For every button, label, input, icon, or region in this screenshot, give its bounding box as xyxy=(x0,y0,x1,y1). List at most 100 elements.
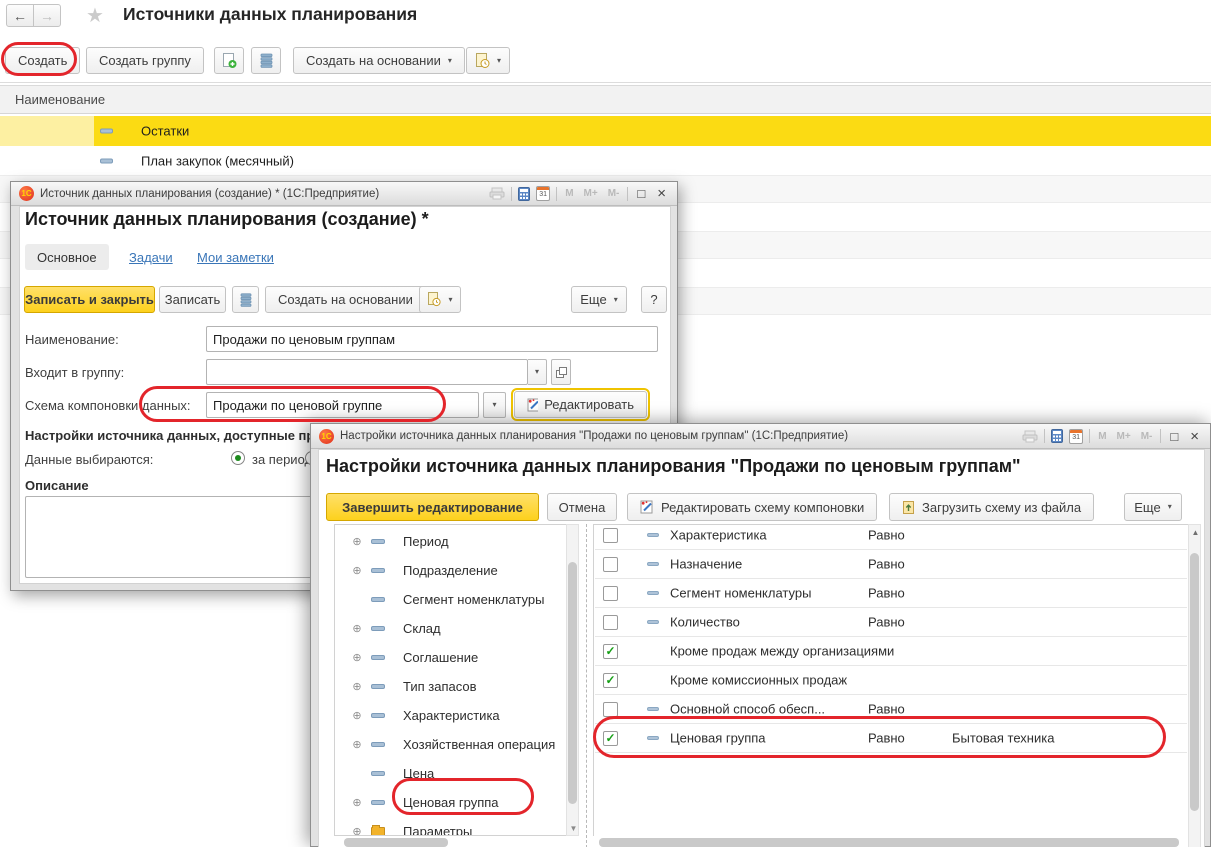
close-button[interactable]: × xyxy=(654,186,669,201)
nav-back-button[interactable]: ← xyxy=(6,4,34,27)
name-input[interactable] xyxy=(206,326,658,352)
condition-row[interactable]: Основной способ обесп...Равно xyxy=(595,695,1187,724)
load-schema-button[interactable]: Загрузить схему из файла xyxy=(889,493,1094,521)
condition-row[interactable]: ✓Кроме комиссионных продаж xyxy=(595,666,1187,695)
scrollbar-thumb[interactable] xyxy=(1190,553,1199,811)
memory-m-plus-button[interactable]: M+ xyxy=(582,188,600,199)
group-dropdown-button[interactable]: ▾ xyxy=(528,359,547,385)
expand-icon[interactable]: ⊕ xyxy=(347,622,367,635)
memory-m-button[interactable]: M xyxy=(1096,431,1108,442)
panel-splitter[interactable] xyxy=(586,524,587,847)
tree-item[interactable]: ⊕Период xyxy=(335,527,565,556)
expand-icon[interactable]: ⊕ xyxy=(347,680,367,693)
close-button[interactable]: × xyxy=(1187,429,1202,444)
calculator-icon[interactable] xyxy=(518,187,530,201)
tree-item[interactable]: Сегмент номенклатуры xyxy=(335,585,565,614)
tree-horizontal-scrollbar[interactable] xyxy=(344,838,448,847)
divider xyxy=(511,187,512,201)
schema-input[interactable] xyxy=(206,392,479,418)
tab-notes[interactable]: Мои заметки xyxy=(197,250,274,265)
tree-item-parameters[interactable]: ⊕Параметры xyxy=(335,817,565,836)
condition-row[interactable]: КоличествоРавно xyxy=(595,608,1187,637)
table-row[interactable]: План закупок (месячный) xyxy=(0,147,1211,176)
table-header[interactable]: Наименование xyxy=(0,85,1211,114)
tree-item[interactable]: ⊕Подразделение xyxy=(335,556,565,585)
new-item-button[interactable] xyxy=(214,47,244,74)
tree-item[interactable]: ⊕Соглашение xyxy=(335,643,565,672)
more-button[interactable]: Еще▾ xyxy=(1124,493,1182,521)
finish-editing-button[interactable]: Завершить редактирование xyxy=(326,493,539,521)
more-button[interactable]: Еще▾ xyxy=(571,286,627,313)
history-doc-button[interactable]: ▾ xyxy=(419,286,461,313)
tab-main[interactable]: Основное xyxy=(25,244,109,270)
radio-period-label[interactable]: за период xyxy=(252,452,312,467)
save-close-button[interactable]: Записать и закрыть xyxy=(24,286,155,313)
expand-icon[interactable]: ⊕ xyxy=(347,825,367,836)
memory-m-button[interactable]: M xyxy=(563,188,575,199)
table-row-selected[interactable]: Остатки xyxy=(0,116,1211,146)
scroll-up-icon[interactable]: ▲ xyxy=(1189,528,1202,537)
cancel-button[interactable]: Отмена xyxy=(547,493,617,521)
create-button[interactable]: Создать xyxy=(5,47,80,74)
checkbox-checked[interactable]: ✓ xyxy=(603,673,618,688)
tree-item[interactable]: ⊕Тип запасов xyxy=(335,672,565,701)
checkbox-checked[interactable]: ✓ xyxy=(603,731,618,746)
checkbox[interactable] xyxy=(603,557,618,572)
create-based-on-button[interactable]: Создать на основании▾ xyxy=(265,286,437,313)
checkbox[interactable] xyxy=(603,615,618,630)
conditions-horizontal-scrollbar[interactable] xyxy=(599,838,1179,847)
printer-icon[interactable] xyxy=(489,187,505,200)
nav-forward-button[interactable]: → xyxy=(33,4,61,27)
condition-row-price-group[interactable]: ✓Ценовая группаРавноБытовая техника xyxy=(595,724,1187,753)
dialog-titlebar[interactable]: 1С Источник данных планирования (создани… xyxy=(11,182,677,206)
calendar-icon[interactable]: 31 xyxy=(536,186,550,201)
edit-composition-schema-button[interactable]: Редактировать схему компоновки xyxy=(627,493,877,521)
maximize-button[interactable]: □ xyxy=(1167,430,1181,443)
tree-item[interactable]: ⊕Хозяйственная операция xyxy=(335,730,565,759)
expand-icon[interactable]: ⊕ xyxy=(347,796,367,809)
history-doc-button[interactable]: ▾ xyxy=(466,47,510,74)
tree-item-price-group[interactable]: ⊕Ценовая группа xyxy=(335,788,565,817)
tree-vertical-scrollbar[interactable]: ▼ xyxy=(566,524,579,836)
condition-row[interactable]: Сегмент номенклатурыРавно xyxy=(595,579,1187,608)
tree-item[interactable]: Цена xyxy=(335,759,565,788)
scroll-down-icon[interactable]: ▼ xyxy=(567,824,580,833)
list-settings-button[interactable] xyxy=(251,47,281,74)
checkbox-checked[interactable]: ✓ xyxy=(603,644,618,659)
memory-m-minus-button[interactable]: M- xyxy=(606,188,622,199)
schema-dropdown-button[interactable]: ▾ xyxy=(483,392,506,418)
list-settings-button[interactable] xyxy=(232,286,259,313)
condition-row[interactable]: НазначениеРавно xyxy=(595,550,1187,579)
memory-m-plus-button[interactable]: M+ xyxy=(1115,431,1133,442)
edit-schema-button[interactable]: Редактировать xyxy=(514,391,647,418)
condition-row[interactable]: ХарактеристикаРавно xyxy=(595,524,1187,550)
expand-icon[interactable]: ⊕ xyxy=(347,709,367,722)
expand-icon[interactable]: ⊕ xyxy=(347,564,367,577)
radio-period[interactable] xyxy=(231,451,245,465)
expand-icon[interactable]: ⊕ xyxy=(347,535,367,548)
maximize-button[interactable]: □ xyxy=(634,187,648,200)
tab-tasks[interactable]: Задачи xyxy=(129,250,173,265)
expand-icon[interactable]: ⊕ xyxy=(347,651,367,664)
save-button[interactable]: Записать xyxy=(159,286,226,313)
create-based-on-button[interactable]: Создать на основании▾ xyxy=(293,47,465,74)
checkbox[interactable] xyxy=(603,586,618,601)
calculator-icon[interactable] xyxy=(1051,429,1063,443)
create-group-button[interactable]: Создать группу xyxy=(86,47,204,74)
condition-row[interactable]: ✓Кроме продаж между организациями xyxy=(595,637,1187,666)
memory-m-minus-button[interactable]: M- xyxy=(1139,431,1155,442)
tree-item[interactable]: ⊕Характеристика xyxy=(335,701,565,730)
expand-icon[interactable]: ⊕ xyxy=(347,738,367,751)
group-input[interactable] xyxy=(206,359,528,385)
group-open-button[interactable] xyxy=(551,359,571,385)
help-button[interactable]: ? xyxy=(641,286,667,313)
printer-icon[interactable] xyxy=(1022,430,1038,443)
checkbox[interactable] xyxy=(603,528,618,543)
dialog-titlebar[interactable]: 1С Настройки источника данных планирован… xyxy=(311,424,1210,449)
tree-item[interactable]: ⊕Склад xyxy=(335,614,565,643)
favorite-star-icon[interactable]: ★ xyxy=(86,3,104,28)
checkbox[interactable] xyxy=(603,702,618,717)
calendar-icon[interactable]: 31 xyxy=(1069,429,1083,444)
conditions-vertical-scrollbar[interactable]: ▲ xyxy=(1188,524,1201,847)
scrollbar-thumb[interactable] xyxy=(568,562,577,804)
